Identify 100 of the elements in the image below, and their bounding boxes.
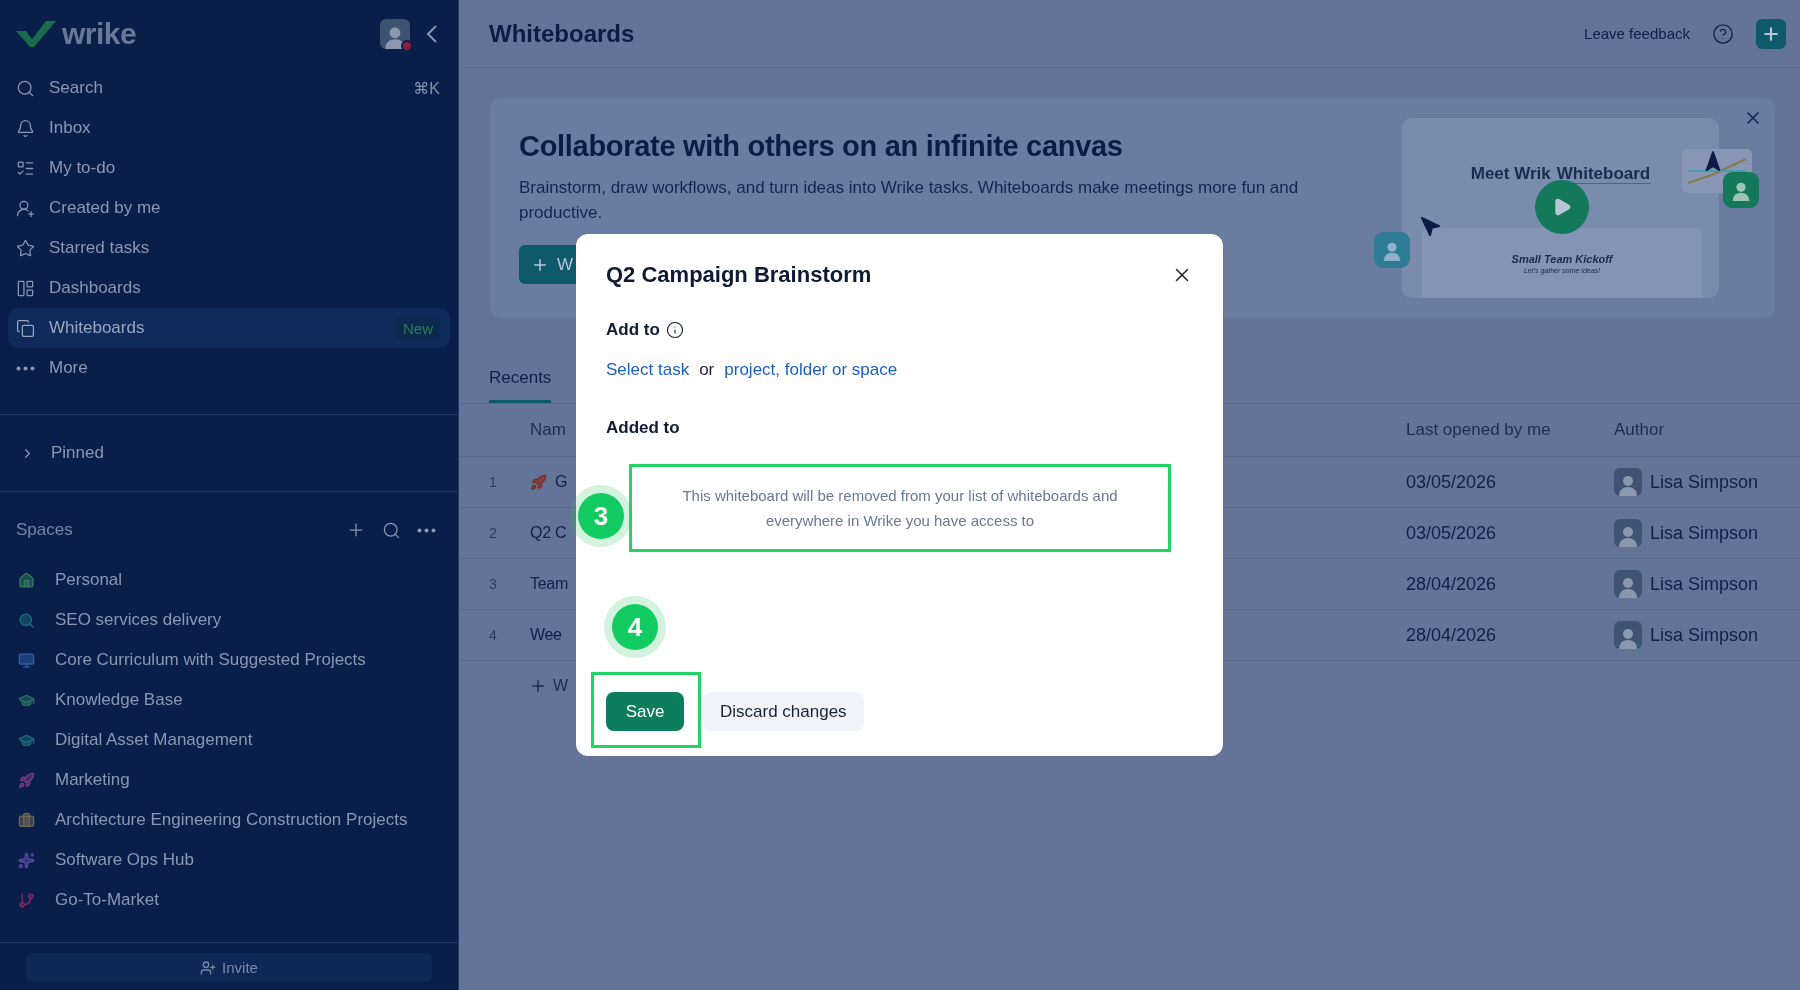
search-icon[interactable] xyxy=(382,520,401,540)
space-item[interactable]: Knowledge Base xyxy=(0,680,458,720)
date-cell: 03/05/2026 xyxy=(1406,522,1497,544)
shortcut-hint: ⌘K xyxy=(413,78,440,98)
author-name: Lisa Simpson xyxy=(1650,624,1759,646)
nav-label: Dashboards xyxy=(49,278,142,298)
field-label: Added to xyxy=(606,418,680,438)
invite-button[interactable]: Invite xyxy=(26,953,432,982)
step-marker: 3 xyxy=(578,493,624,539)
nav-item[interactable]: Inbox xyxy=(8,108,450,148)
person-plus-icon xyxy=(200,959,217,976)
date-cell: 28/04/2026 xyxy=(1406,573,1497,595)
layout-icon xyxy=(16,278,35,298)
nav-item[interactable]: Created by me xyxy=(8,188,450,228)
star-icon xyxy=(16,238,35,258)
status-dot xyxy=(401,40,413,52)
space-label: Core Curriculum with Suggested Projects xyxy=(55,650,366,670)
person-plus-icon xyxy=(16,198,35,218)
banner-title: Collaborate with others on an infinite canvas xyxy=(519,130,1124,163)
row-number: 3 xyxy=(489,576,497,592)
date-cell: 03/05/2026 xyxy=(1406,471,1497,493)
rocket-icon xyxy=(530,473,547,491)
bell-icon xyxy=(16,118,35,138)
help-icon[interactable] xyxy=(1712,22,1734,45)
space-item[interactable]: SEO services delivery xyxy=(0,600,458,640)
row-number: 1 xyxy=(489,474,497,490)
nav-item[interactable]: Dashboards xyxy=(8,268,450,308)
nav-item[interactable]: My to-do xyxy=(8,148,450,188)
wrike-logo: wrike xyxy=(62,17,137,51)
search-icon xyxy=(18,611,35,629)
nav-label: Whiteboards xyxy=(49,318,146,338)
whiteboard-name[interactable]: G xyxy=(555,473,568,491)
space-item[interactable]: Digital Asset Management xyxy=(0,720,458,760)
nav-label: Search xyxy=(49,78,104,98)
play-icon xyxy=(1552,197,1572,217)
space-label: SEO services delivery xyxy=(55,610,222,630)
preview-headline: Whiteboard xyxy=(1556,164,1651,184)
nav-item[interactable]: Search ⌘K xyxy=(8,68,450,108)
space-label: Software Ops Hub xyxy=(55,850,194,870)
space-label: Personal xyxy=(55,570,123,590)
info-icon xyxy=(665,321,684,339)
row-number: 2 xyxy=(489,525,497,541)
tab[interactable]: Recents xyxy=(489,358,552,403)
space-label: Go-To-Market xyxy=(55,890,159,910)
whiteboard-name[interactable]: Wee xyxy=(530,626,562,644)
save-button[interactable]: Save xyxy=(606,692,684,731)
pinned-section[interactable]: Pinned xyxy=(0,433,458,473)
nav-item[interactable]: More xyxy=(8,348,450,388)
preview-headline: Meet Wrik xyxy=(1470,164,1551,184)
checkmark-logo-icon xyxy=(16,21,56,47)
nav-item[interactable]: Whiteboards New xyxy=(8,308,450,348)
plus-icon xyxy=(529,677,547,695)
space-label: Marketing xyxy=(55,770,130,790)
search-icon xyxy=(16,78,35,98)
space-item[interactable]: Software Ops Hub xyxy=(0,840,458,880)
whiteboard-name[interactable]: Q2 C xyxy=(530,524,567,542)
overlapping-squares-icon xyxy=(16,318,35,338)
banner-description: Brainstorm, draw workflows, and turn ideas into Wrike tasks. Whiteboards make meetings more fun and productive. xyxy=(519,177,1300,224)
discard-button[interactable]: Discard changes xyxy=(703,692,864,731)
author-name: Lisa Simpson xyxy=(1650,522,1759,544)
cursor-icon xyxy=(1420,216,1442,238)
row-number: 4 xyxy=(489,627,497,643)
space-item[interactable]: Architecture Engineering Construction Projects xyxy=(0,800,458,840)
user-avatar[interactable] xyxy=(380,19,410,49)
select-task-link[interactable]: Select task xyxy=(606,360,690,380)
nav-label: More xyxy=(49,358,89,378)
space-item[interactable]: Core Curriculum with Suggested Projects xyxy=(0,640,458,680)
house-icon xyxy=(18,571,35,589)
author-name: Lisa Simpson xyxy=(1650,471,1759,493)
nav-label: Inbox xyxy=(49,118,92,138)
date-cell: 28/04/2026 xyxy=(1406,624,1497,646)
select-location-link[interactable]: project, folder or space xyxy=(724,360,898,380)
nav-item[interactable]: Starred tasks xyxy=(8,228,450,268)
add-whiteboard-link[interactable]: W xyxy=(553,677,569,695)
play-button[interactable] xyxy=(1535,180,1589,234)
new-badge: New xyxy=(396,316,440,340)
step-marker: 4 xyxy=(612,604,658,650)
feedback-link[interactable]: Leave feedback xyxy=(1584,25,1690,42)
space-item[interactable]: Personal xyxy=(0,560,458,600)
more-icon[interactable] xyxy=(417,527,436,533)
rocket-icon xyxy=(18,771,35,789)
sparkles-icon xyxy=(18,851,35,869)
whiteboard-name[interactable]: Team xyxy=(530,575,568,593)
spaces-heading: Spaces xyxy=(16,520,73,540)
branch-icon xyxy=(18,891,35,909)
space-label: Knowledge Base xyxy=(55,690,183,710)
collapse-icon xyxy=(426,24,438,44)
column-header[interactable]: Nam xyxy=(530,420,566,440)
briefcase-icon xyxy=(18,811,35,829)
space-item[interactable]: Marketing xyxy=(0,760,458,800)
or-text: or xyxy=(699,360,715,380)
nav-label: Created by me xyxy=(49,198,162,218)
add-button[interactable] xyxy=(1756,18,1786,49)
page-title: Whiteboards xyxy=(489,19,635,48)
space-label: Digital Asset Management xyxy=(55,730,253,750)
space-label: Architecture Engineering Construction Projects xyxy=(55,810,408,830)
field-label: Add to xyxy=(606,320,660,340)
space-item[interactable]: Go-To-Market xyxy=(0,880,458,920)
column-header[interactable]: Author xyxy=(1614,420,1665,440)
column-header[interactable]: Last opened by me xyxy=(1406,420,1551,440)
